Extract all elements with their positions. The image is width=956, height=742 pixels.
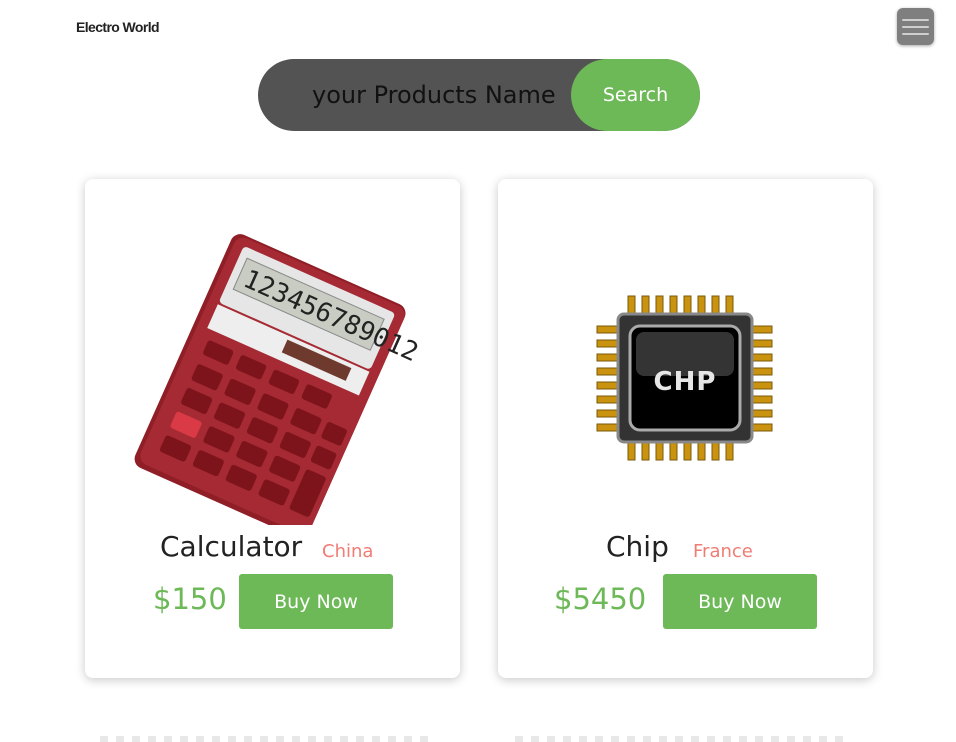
buy-now-button[interactable]: Buy Now	[239, 574, 393, 629]
next-card-edge	[515, 736, 845, 742]
brand-logo[interactable]: Electro World	[76, 19, 160, 35]
hamburger-menu-icon[interactable]	[897, 8, 934, 45]
buy-now-button[interactable]: Buy Now	[663, 574, 817, 629]
product-origin: China	[322, 541, 374, 562]
product-origin: France	[693, 541, 753, 562]
product-price: $5450	[554, 582, 647, 616]
calculator-image: 123456789012	[134, 234, 423, 525]
search-bar: Search	[258, 59, 700, 131]
product-card-chip: CHP Chip France $5450 Buy Now	[498, 179, 873, 678]
search-button[interactable]: Search	[571, 59, 700, 131]
svg-text:CHP: CHP	[654, 367, 717, 397]
search-input[interactable]	[312, 73, 562, 117]
chip-image: CHP	[596, 295, 773, 461]
product-name: Chip	[606, 530, 669, 563]
product-name: Calculator	[160, 530, 303, 563]
product-price: $150	[153, 582, 227, 616]
next-card-edge	[100, 736, 430, 742]
product-card-calculator: 123456789012 Calculator China $150 Buy N…	[85, 179, 460, 678]
